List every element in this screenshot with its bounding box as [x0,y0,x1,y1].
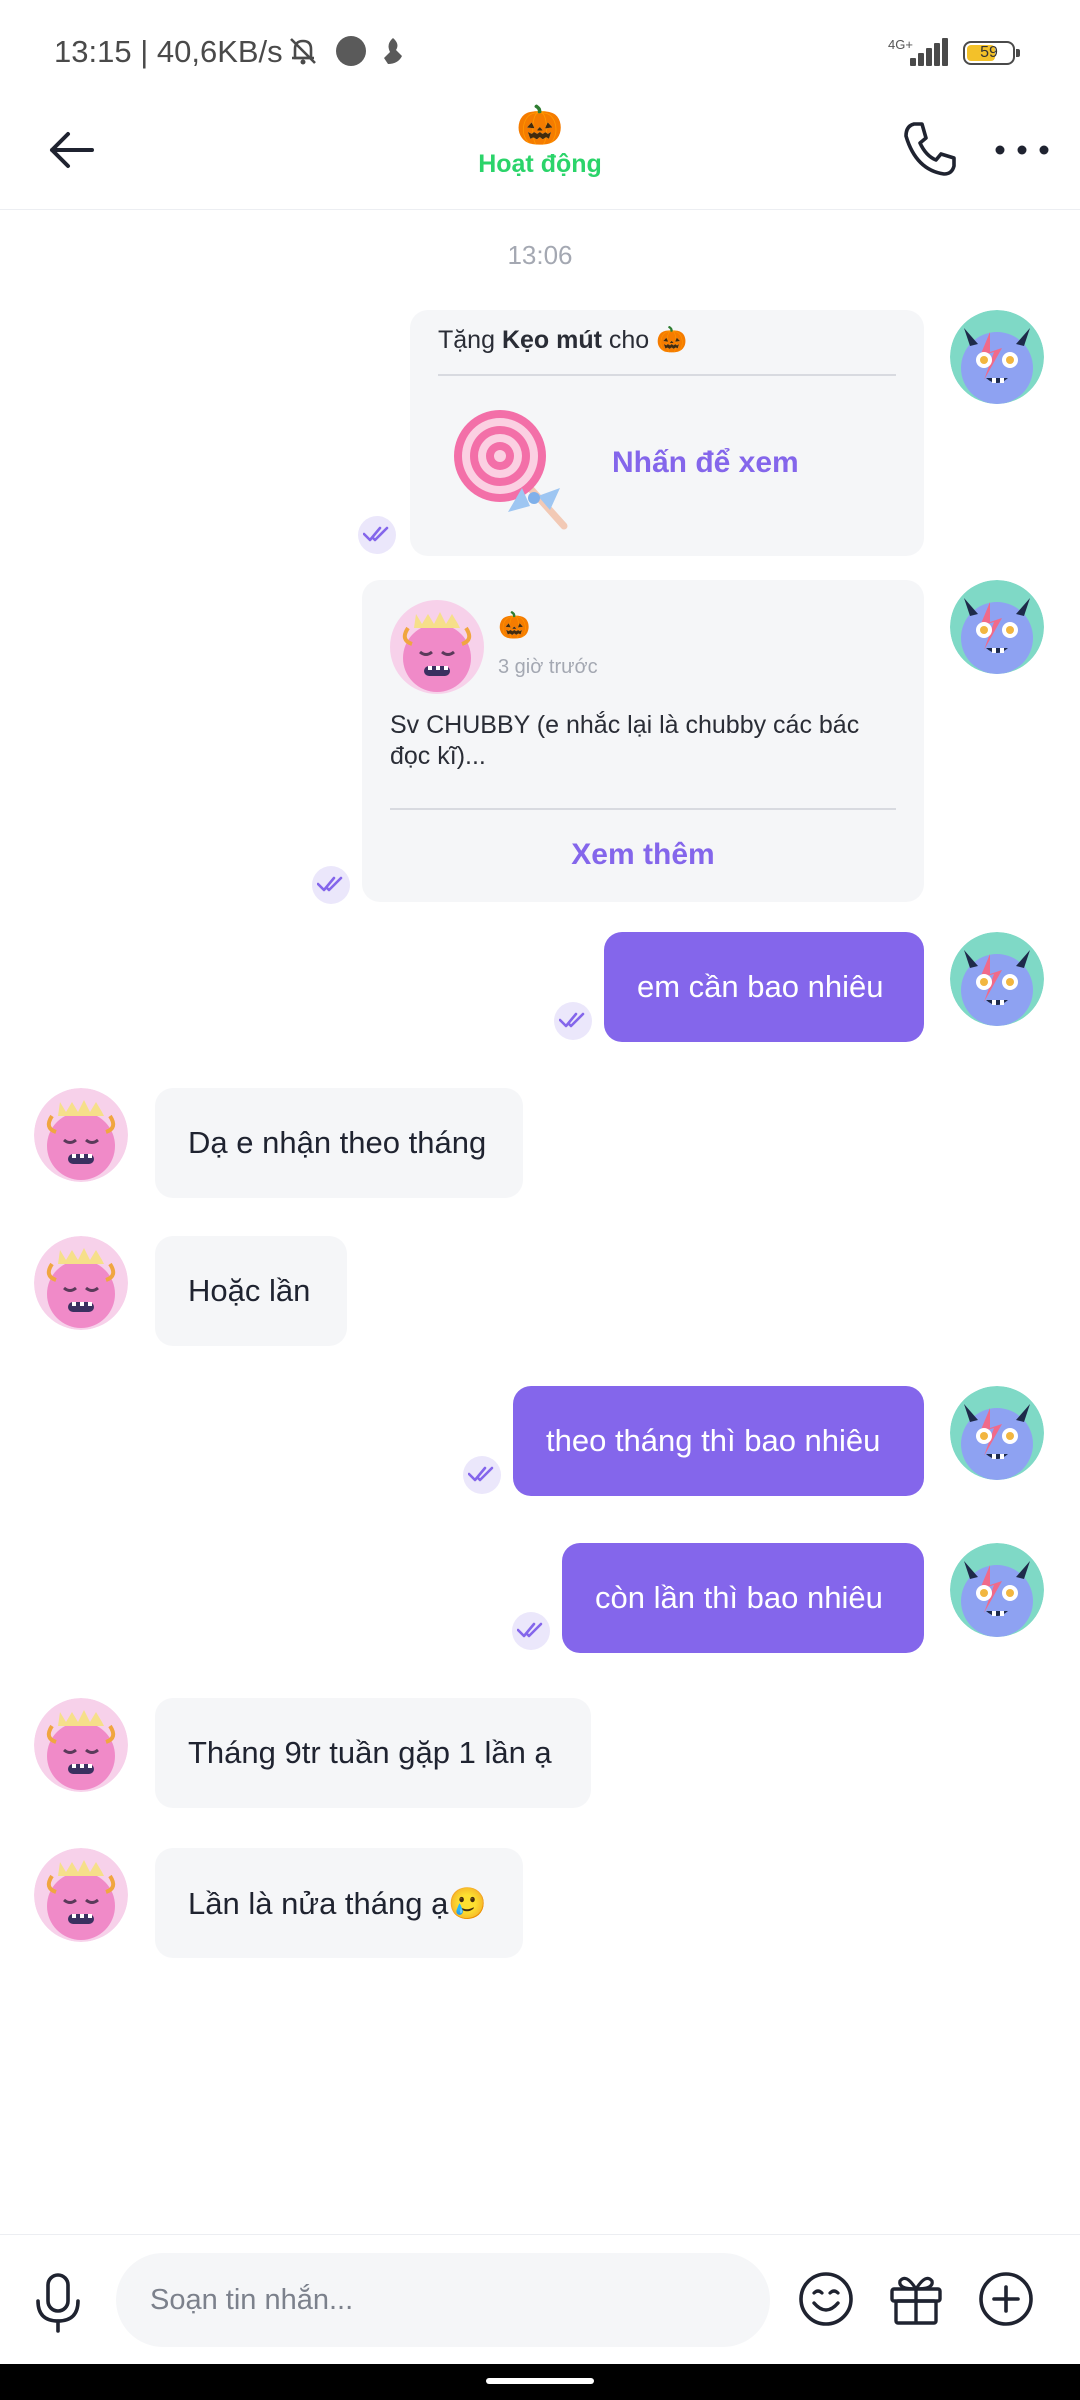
message-timestamp: 13:06 [507,240,573,270]
post-card[interactable]: 🎃 3 giờ trước Sv CHUBBY (e nhắc lại là c… [362,580,924,902]
message-input-container[interactable] [116,2253,770,2347]
message-text: Dạ e nhận theo tháng [188,1125,487,1160]
message-text: Tháng 9tr tuần gặp 1 lần ạ [188,1735,552,1770]
read-receipt-icon [554,1002,592,1040]
gift-divider [438,374,896,376]
see-more-link[interactable]: Xem thêm [362,838,924,872]
message-composer [0,2234,1080,2364]
message-bubble-outgoing[interactable]: theo tháng thì bao nhiêu [513,1386,924,1496]
chat-header: 🎃 Hoạt động [0,96,1080,210]
home-indicator[interactable] [486,2378,594,2384]
message-text: theo tháng thì bao nhiêu [546,1423,881,1458]
status-dot-icon [336,36,366,66]
silent-bell-icon [290,38,316,65]
message-text: còn lần thì bao nhiêu [595,1580,883,1615]
contact-avatar[interactable] [34,1848,128,1942]
message-bubble-outgoing[interactable]: em cần bao nhiêu [604,932,924,1042]
gift-icon[interactable] [886,2269,946,2329]
contact-avatar[interactable] [34,1088,128,1182]
phone-call-icon[interactable] [896,116,962,182]
chat-title[interactable]: 🎃 Hoạt động [340,104,740,179]
gift-suffix: cho 🎃 [601,326,688,354]
status-bar: 13:15 | 40,6KB/s 4G+ 59 [0,0,1080,96]
read-receipt-icon [463,1456,501,1494]
gift-name: Kẹo mút [501,326,602,354]
message-bubble-incoming[interactable]: Lần là nửa tháng ạ🥲 [155,1848,523,1958]
message-bubble-incoming[interactable]: Dạ e nhận theo tháng [155,1088,523,1198]
gift-view-action[interactable]: Nhấn để xem [612,446,799,480]
post-author-avatar[interactable] [390,600,484,694]
online-status: Hoạt động [478,150,602,178]
message-text: Hoặc lần [188,1273,311,1308]
message-text: em cần bao nhiêu [637,969,884,1004]
post-text: Sv CHUBBY (e nhắc lại là chubby các bác … [390,711,860,770]
post-divider [390,808,896,810]
app-notification-icon [384,38,402,64]
my-avatar[interactable] [950,1543,1044,1637]
my-avatar[interactable] [950,580,1044,674]
message-text: Lần là nửa tháng ạ🥲 [188,1885,487,1921]
gift-card-header: Tặng Kẹo mút cho 🎃 [438,326,687,355]
signal-icon [908,38,950,66]
microphone-icon[interactable] [28,2271,88,2335]
contact-avatar[interactable] [34,1236,128,1330]
emoji-icon[interactable] [796,2269,856,2329]
add-icon[interactable] [976,2269,1036,2329]
battery-level: 59 [980,44,998,61]
message-bubble-outgoing[interactable]: còn lần thì bao nhiêu [562,1543,924,1653]
message-bubble-incoming[interactable]: Tháng 9tr tuần gặp 1 lần ạ [155,1698,591,1808]
lollipop-icon [454,410,568,530]
battery-icon: 59 [963,41,1020,65]
read-receipt-icon [512,1612,550,1650]
my-avatar[interactable] [950,1386,1044,1480]
read-receipt-icon [358,516,396,554]
my-avatar[interactable] [950,310,1044,404]
post-author-emoji: 🎃 [498,610,531,640]
read-receipt-icon [312,866,350,904]
gift-prefix: Tặng [438,326,502,354]
back-arrow-icon[interactable] [40,118,104,182]
contact-name-emoji: 🎃 [516,105,564,147]
system-navigation-bar [0,2364,1080,2400]
status-time-speed: 13:15 | 40,6KB/s [54,34,283,69]
message-bubble-incoming[interactable]: Hoặc lần [155,1236,347,1346]
message-input[interactable] [150,2253,740,2347]
more-options-icon[interactable] [990,122,1054,178]
my-avatar[interactable] [950,932,1044,1026]
contact-avatar[interactable] [34,1698,128,1792]
post-time: 3 giờ trước [498,656,598,678]
gift-card[interactable]: Tặng Kẹo mút cho 🎃 Nhấn để xem [410,310,924,556]
